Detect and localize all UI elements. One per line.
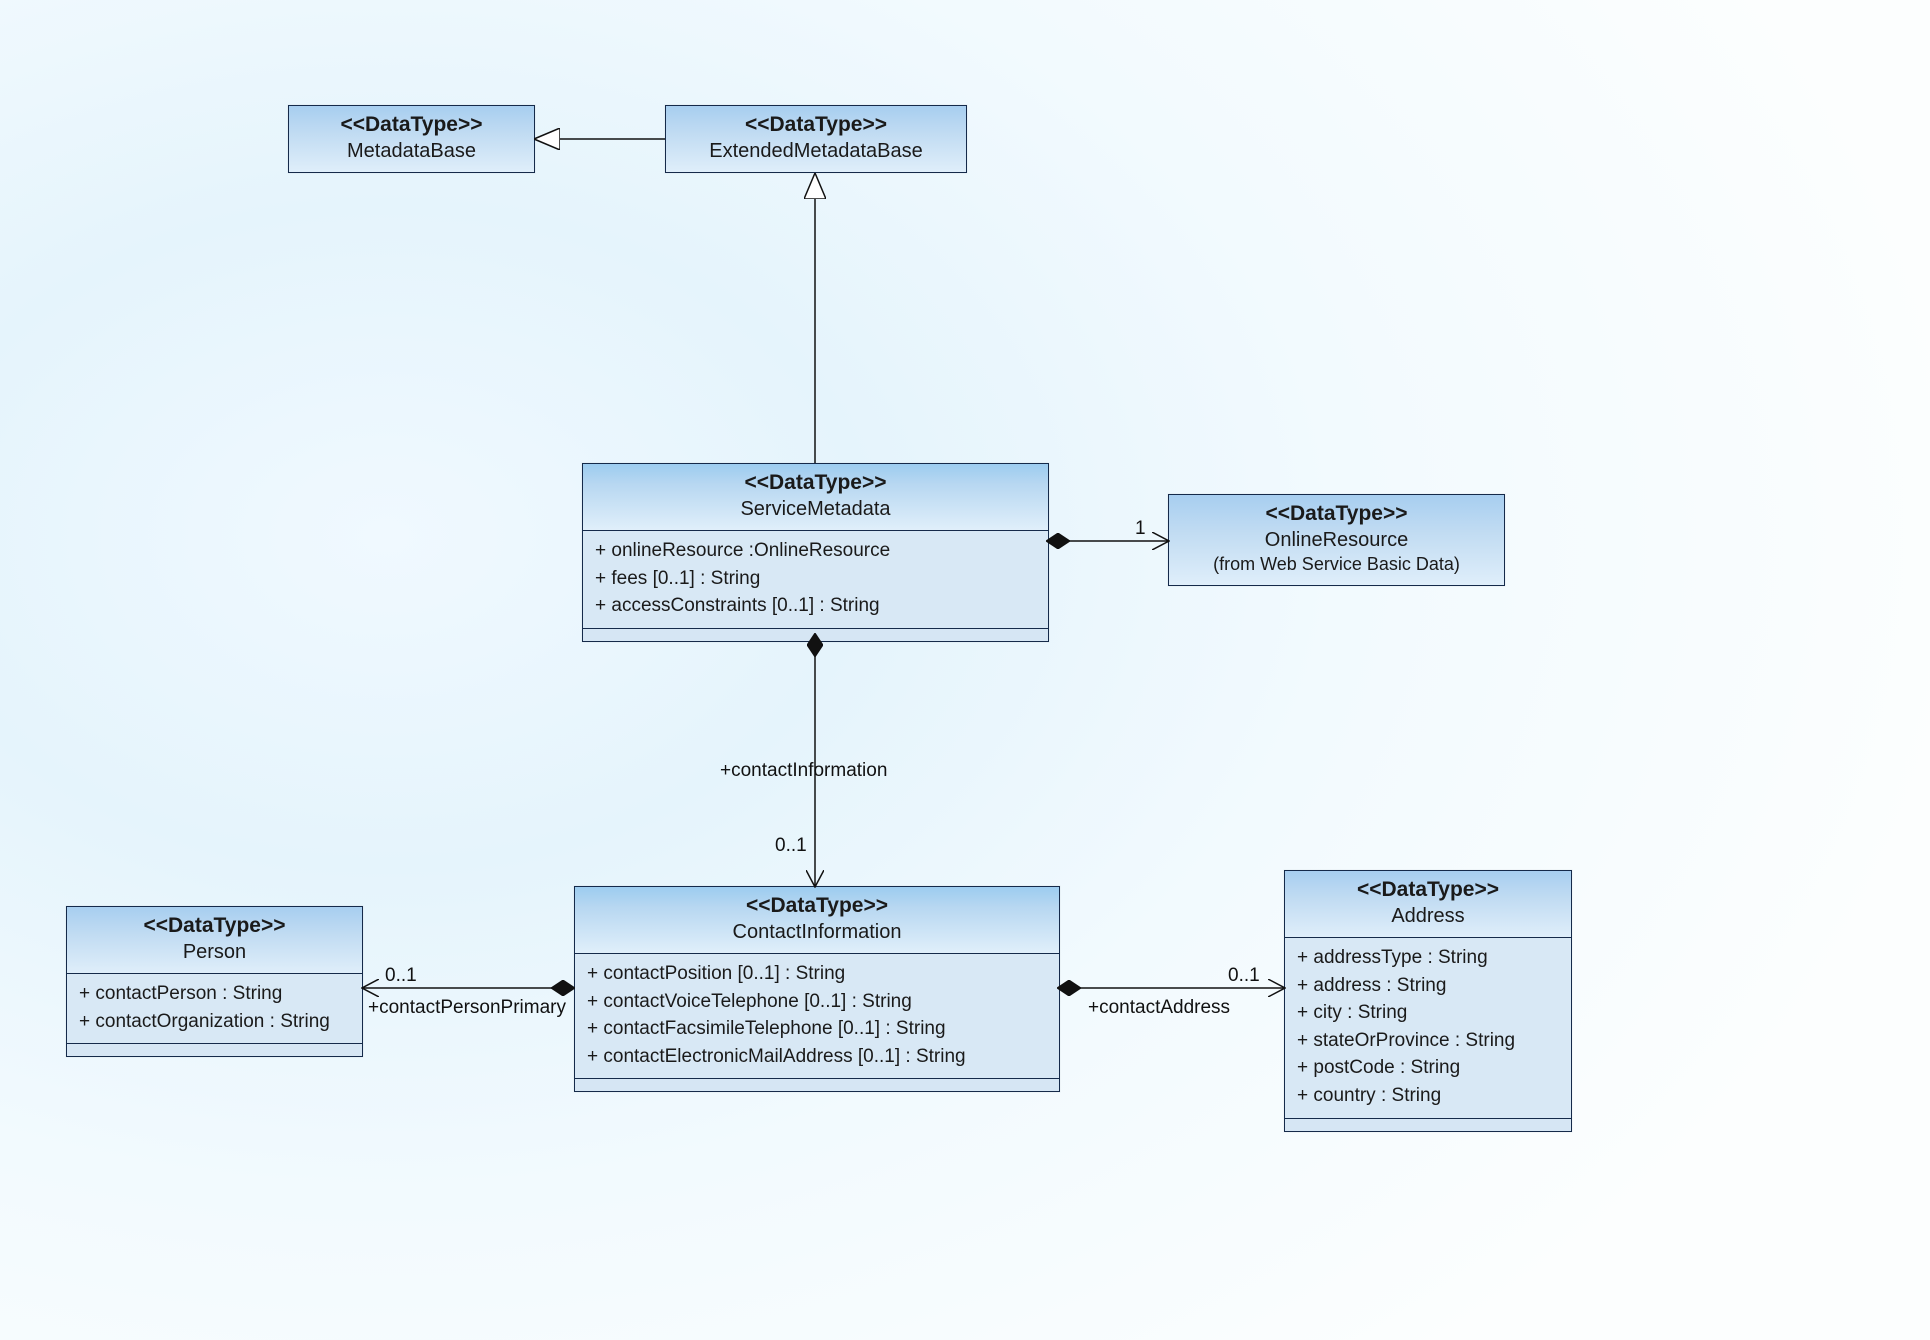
attribute: + fees [0..1] : String	[595, 565, 1036, 593]
class-address: <<DataType>> Address + addressType : Str…	[1284, 870, 1572, 1132]
stereotype: <<DataType>>	[597, 470, 1034, 496]
class-attributes: + onlineResource :OnlineResource + fees …	[583, 531, 1048, 629]
attribute: + contactElectronicMailAddress [0..1] : …	[587, 1043, 1047, 1071]
attribute: + addressType : String	[1297, 944, 1559, 972]
multiplicity-onlineresource: 1	[1135, 518, 1146, 540]
multiplicity-address: 0..1	[1228, 965, 1260, 987]
attribute: + stateOrProvince : String	[1297, 1027, 1559, 1055]
connectors	[0, 0, 1930, 1340]
class-servicemetadata: <<DataType>> ServiceMetadata + onlineRes…	[582, 463, 1049, 642]
attribute: + address : String	[1297, 972, 1559, 1000]
stereotype: <<DataType>>	[589, 893, 1045, 919]
class-attributes: + addressType : String + address : Strin…	[1285, 938, 1571, 1118]
class-name: ServiceMetadata	[597, 496, 1034, 522]
class-name: Person	[81, 939, 348, 965]
attribute: + contactVoiceTelephone [0..1] : String	[587, 988, 1047, 1016]
class-contactinformation: <<DataType>> ContactInformation + contac…	[574, 886, 1060, 1092]
role-address: +contactAddress	[1088, 997, 1230, 1019]
stereotype: <<DataType>>	[303, 112, 520, 138]
class-name: OnlineResource	[1183, 527, 1490, 553]
class-name: ContactInformation	[589, 919, 1045, 945]
attribute: + contactFacsimileTelephone [0..1] : Str…	[587, 1015, 1047, 1043]
role-person: +contactPersonPrimary	[368, 997, 566, 1019]
stereotype: <<DataType>>	[1183, 501, 1490, 527]
class-attributes: + contactPerson : String + contactOrgani…	[67, 974, 362, 1044]
attribute: + postCode : String	[1297, 1054, 1559, 1082]
uml-class-diagram: <<DataType>> MetadataBase <<DataType>> E…	[0, 0, 1930, 1340]
multiplicity-person: 0..1	[385, 965, 417, 987]
class-extendedmetadatabase: <<DataType>> ExtendedMetadataBase	[665, 105, 967, 173]
class-name: MetadataBase	[303, 138, 520, 164]
stereotype: <<DataType>>	[1299, 877, 1557, 903]
attribute: + country : String	[1297, 1082, 1559, 1110]
stereotype: <<DataType>>	[680, 112, 952, 138]
class-name: ExtendedMetadataBase	[680, 138, 952, 164]
attribute: + city : String	[1297, 999, 1559, 1027]
stereotype: <<DataType>>	[81, 913, 348, 939]
class-attributes: + contactPosition [0..1] : String + cont…	[575, 954, 1059, 1079]
class-onlineresource: <<DataType>> OnlineResource (from Web Se…	[1168, 494, 1505, 586]
attribute: + accessConstraints [0..1] : String	[595, 592, 1036, 620]
class-metadatabase: <<DataType>> MetadataBase	[288, 105, 535, 173]
role-contactinformation: +contactInformation	[720, 760, 887, 782]
class-person: <<DataType>> Person + contactPerson : St…	[66, 906, 363, 1057]
attribute: + contactPosition [0..1] : String	[587, 960, 1047, 988]
multiplicity-contactinformation: 0..1	[775, 835, 807, 857]
attribute: + contactOrganization : String	[79, 1008, 350, 1036]
attribute: + onlineResource :OnlineResource	[595, 537, 1036, 565]
class-note: (from Web Service Basic Data)	[1183, 553, 1490, 576]
attribute: + contactPerson : String	[79, 980, 350, 1008]
class-name: Address	[1299, 903, 1557, 929]
